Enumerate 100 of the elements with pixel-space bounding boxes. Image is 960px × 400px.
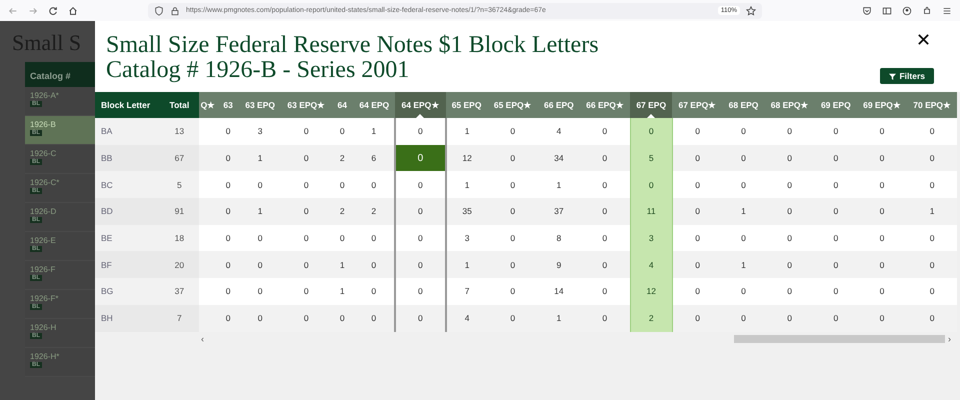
table-cell: 0 xyxy=(217,171,240,198)
table-cell: 0 xyxy=(281,118,332,145)
table-cell: 0 xyxy=(395,144,446,172)
account-icon[interactable] xyxy=(902,6,912,16)
extensions-icon[interactable] xyxy=(922,6,932,16)
table-cell: 0 xyxy=(217,224,240,252)
filters-button[interactable]: Filters xyxy=(880,68,934,84)
menu-icon[interactable] xyxy=(942,6,952,16)
table-cell: 1 xyxy=(907,198,958,225)
table-cell: 0 xyxy=(488,278,538,305)
column-header[interactable]: 67 EPQ xyxy=(630,92,672,118)
table-cell: 0 xyxy=(217,144,240,172)
table-cell: 0 xyxy=(395,118,446,145)
table-cell: 3 xyxy=(239,118,282,145)
table-cell: 0 xyxy=(488,198,538,225)
table-cell: 0 xyxy=(239,171,282,198)
table-cell: 1 xyxy=(446,251,488,278)
star-icon[interactable] xyxy=(746,6,756,16)
column-header[interactable]: Block Letter xyxy=(95,92,160,118)
table-cell: 1 xyxy=(239,198,282,225)
sidebar-icon[interactable] xyxy=(882,6,892,16)
column-header[interactable]: 69 EPQ★ xyxy=(856,92,908,118)
table-cell: 0 xyxy=(722,224,765,252)
column-header[interactable]: 63 xyxy=(217,92,240,118)
column-header[interactable]: 69 EPQ xyxy=(814,92,857,118)
table-cell: 1 xyxy=(353,118,396,145)
table-cell: 35 xyxy=(446,198,488,225)
table-cell: 3 xyxy=(446,224,488,252)
pocket-icon[interactable] xyxy=(862,6,872,16)
column-header[interactable]: 66 EPQ★ xyxy=(580,92,630,118)
table-cell: 0 xyxy=(814,224,857,252)
table-cell: 5 xyxy=(630,144,672,172)
column-header[interactable]: 68 EPQ★ xyxy=(764,92,815,118)
table-cell: 0 xyxy=(353,278,396,305)
table-cell: 1 xyxy=(538,171,580,198)
column-header[interactable]: 64 xyxy=(331,92,354,118)
table-cell: 2 xyxy=(331,144,354,172)
table-cell: 0 xyxy=(907,144,958,172)
table-cell: 18 xyxy=(160,224,199,252)
table-cell: 0 xyxy=(580,224,630,252)
table-cell: 14 xyxy=(538,278,580,305)
table-cell: 0 xyxy=(239,278,282,305)
table-cell: 0 xyxy=(395,171,446,198)
table-cell: 0 xyxy=(580,144,630,172)
table-cell: 0 xyxy=(281,144,332,172)
table-cell: 0 xyxy=(764,198,815,225)
table-cell: 1 xyxy=(331,278,354,305)
table-cell: 0 xyxy=(856,171,908,198)
column-header[interactable]: 66 EPQ xyxy=(538,92,580,118)
table-cell: 0 xyxy=(907,118,958,145)
table-cell: 11 xyxy=(630,198,672,225)
table-cell: 0 xyxy=(580,304,630,332)
column-header[interactable]: 65 EPQ★ xyxy=(488,92,538,118)
column-header: Catalog # xyxy=(25,62,95,87)
table-cell: 0 xyxy=(281,224,332,252)
table-cell: 37 xyxy=(160,278,199,305)
column-header[interactable]: 63 EPQ★ xyxy=(281,92,332,118)
table-cell: 1 xyxy=(446,118,488,145)
home-icon[interactable] xyxy=(68,6,78,16)
table-cell: 0 xyxy=(764,278,815,305)
table-cell: 0 xyxy=(580,278,630,305)
table-cell: 37 xyxy=(538,198,580,225)
table-cell: 0 xyxy=(630,118,672,145)
table-cell: 67 xyxy=(160,144,199,172)
table-cell: 0 xyxy=(764,118,815,145)
table-cell: 0 xyxy=(764,224,815,252)
table-cell: 0 xyxy=(814,278,857,305)
reload-icon[interactable] xyxy=(48,6,58,16)
table-cell: 4 xyxy=(446,304,488,332)
table-cell: 0 xyxy=(672,304,722,332)
table-cell: 0 xyxy=(856,144,908,172)
table-cell: 0 xyxy=(856,278,908,305)
table-cell: 0 xyxy=(814,171,857,198)
table-cell: 0 xyxy=(281,198,332,225)
column-header[interactable]: 67 EPQ★ xyxy=(672,92,722,118)
table-cell: 0 xyxy=(722,278,765,305)
column-header[interactable]: Total xyxy=(160,92,199,118)
table-cell: BF xyxy=(95,251,160,278)
table-cell: 0 xyxy=(217,118,240,145)
table-cell: BD xyxy=(95,198,160,225)
table-cell: 0 xyxy=(488,118,538,145)
scrollbar-thumb[interactable] xyxy=(734,334,945,342)
table-cell: 0 xyxy=(672,144,722,172)
column-header[interactable]: 63 EPQ xyxy=(239,92,282,118)
lock-icon xyxy=(170,6,180,16)
scroll-right-arrow[interactable]: › xyxy=(948,334,951,344)
table-cell: 2 xyxy=(353,198,396,225)
table-cell: 0 xyxy=(217,198,240,225)
column-header[interactable]: Q★ xyxy=(198,92,218,118)
table-cell: 0 xyxy=(488,144,538,172)
table-cell: BG xyxy=(95,278,160,305)
table-cell: 0 xyxy=(672,118,722,145)
column-header[interactable]: 64 EPQ xyxy=(353,92,396,118)
scroll-left-arrow[interactable]: ‹ xyxy=(201,334,204,344)
column-header[interactable]: 68 EPQ xyxy=(722,92,765,118)
column-header[interactable]: 70 EPQ★ xyxy=(907,92,958,118)
column-header[interactable]: 65 EPQ xyxy=(446,92,488,118)
column-header[interactable]: 64 EPQ★ xyxy=(395,92,446,118)
table-cell: 0 xyxy=(764,144,815,172)
close-icon[interactable] xyxy=(917,33,930,46)
